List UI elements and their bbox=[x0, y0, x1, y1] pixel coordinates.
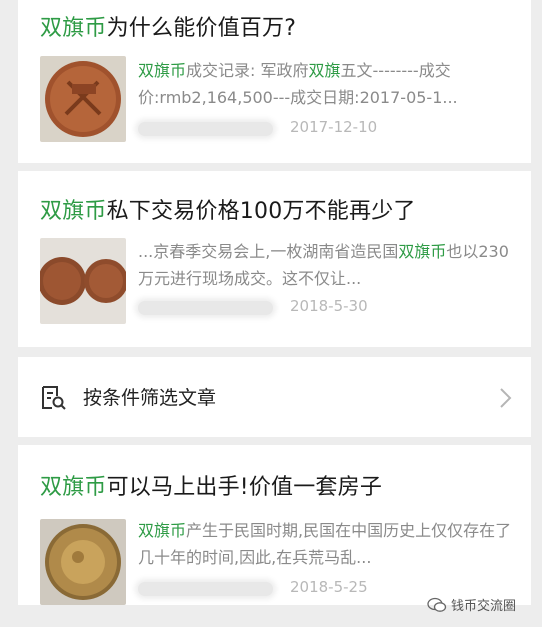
snippet-keyword: 双旗 bbox=[308, 61, 341, 80]
coin-thumbnail[interactable] bbox=[40, 519, 126, 605]
watermark-text: 钱币交流圈 bbox=[450, 599, 516, 614]
coin-thumbnail[interactable] bbox=[40, 238, 126, 324]
title-keyword: 双旗币 bbox=[40, 475, 107, 500]
article-date: 2018-5-25 bbox=[290, 578, 368, 596]
article-snippet: ...京春季交易会上,一枚湖南省造民国双旗币也以230万元进行现场成交。这不仅让… bbox=[138, 238, 513, 292]
wechat-icon bbox=[427, 597, 447, 617]
blurred-source bbox=[138, 301, 273, 315]
title-text: 为什么能价值百万? bbox=[106, 16, 297, 41]
chevron-right-icon bbox=[499, 387, 513, 413]
article-card-3[interactable]: 双旗币可以马上出手!价值一套房子 双旗币产生于民国时期,民国在中国历史上仅仅存在… bbox=[18, 445, 531, 605]
title-keyword: 双旗币 bbox=[40, 199, 107, 224]
article-snippet: 双旗币成交记录: 军政府双旗五文--------成交价:rmb2,164,500… bbox=[138, 57, 513, 111]
coin-thumbnail[interactable] bbox=[40, 56, 126, 142]
article-title[interactable]: 双旗币为什么能价值百万? bbox=[40, 10, 296, 42]
article-title[interactable]: 双旗币私下交易价格100万不能再少了 bbox=[40, 193, 416, 225]
filter-label: 按条件筛选文章 bbox=[83, 387, 217, 409]
title-text: 私下交易价格100万不能再少了 bbox=[106, 199, 416, 224]
article-title[interactable]: 双旗币可以马上出手!价值一套房子 bbox=[40, 469, 382, 501]
snippet-text: 成交记录: 军政府 bbox=[186, 61, 309, 80]
article-card-1[interactable]: 双旗币为什么能价值百万? 双旗币成交记录: 军政府双旗五文--------成交价… bbox=[18, 0, 531, 163]
article-card-2[interactable]: 双旗币私下交易价格100万不能再少了 ...京春季交易会上,一枚湖南省造民国双旗… bbox=[18, 171, 531, 347]
article-snippet: 双旗币产生于民国时期,民国在中国历史上仅仅存在了几十年的时间,因此,在兵荒马乱.… bbox=[138, 517, 513, 571]
blurred-source bbox=[138, 122, 273, 136]
article-meta: 2018-5-30 bbox=[138, 297, 418, 319]
watermark: 钱币交流圈 bbox=[427, 595, 516, 617]
snippet-keyword: 双旗币 bbox=[138, 61, 187, 80]
article-date: 2017-12-10 bbox=[290, 118, 378, 136]
title-text: 可以马上出手!价值一套房子 bbox=[106, 475, 383, 500]
article-meta: 2017-12-10 bbox=[138, 118, 418, 140]
snippet-text: ...京春季交易会上,一枚湖南省造民国 bbox=[138, 242, 399, 261]
blurred-source bbox=[138, 582, 273, 596]
snippet-keyword: 双旗币 bbox=[398, 242, 447, 261]
snippet-keyword: 双旗币 bbox=[138, 521, 187, 540]
snippet-text: 产生于民国时期,民国在中国历史上仅仅存在了几十年的时间,因此,在兵荒马乱... bbox=[138, 521, 512, 567]
title-keyword: 双旗币 bbox=[40, 16, 107, 41]
filter-doc-icon bbox=[40, 385, 66, 415]
article-date: 2018-5-30 bbox=[290, 297, 368, 315]
filter-articles-row[interactable]: 按条件筛选文章 bbox=[18, 357, 531, 437]
article-meta: 2018-5-25 bbox=[138, 578, 418, 600]
